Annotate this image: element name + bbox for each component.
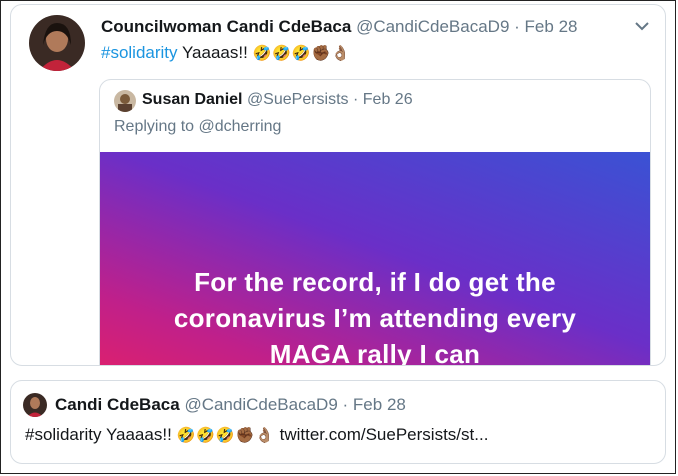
separator: · <box>342 395 349 414</box>
quoted-tweet[interactable]: Susan Daniel @SuePersists · Feb 26 Reply… <box>99 79 651 366</box>
author-avatar[interactable] <box>23 393 47 417</box>
author-name[interactable]: Councilwoman Candi CdeBaca <box>101 17 351 36</box>
separator: · <box>353 91 359 108</box>
tweet-card-compact[interactable]: Candi CdeBaca @CandiCdeBacaD9 · Feb 28 #… <box>10 380 666 464</box>
emoji-string: 🤣🤣🤣✊🏾👌🏽 <box>176 427 275 444</box>
image-text-line: MAGA rally I can <box>269 339 481 366</box>
tweet-text-body: #solidarity Yaaaas!! <box>25 425 177 444</box>
chevron-down-icon[interactable] <box>633 17 651 35</box>
quoted-author-name[interactable]: Susan Daniel <box>142 91 242 108</box>
quoted-author-avatar[interactable] <box>114 90 136 112</box>
separator: · <box>514 17 520 36</box>
tweet-date[interactable]: Feb 28 <box>353 395 406 414</box>
tweet-date[interactable]: Feb 28 <box>525 17 578 36</box>
quoted-header: Susan Daniel @SuePersists · Feb 26 <box>142 91 413 109</box>
quoted-image[interactable]: For the record, if I do get the coronavi… <box>100 152 650 366</box>
quoted-tweet-link[interactable]: twitter.com/SuePersists/st... <box>275 425 489 444</box>
author-avatar[interactable] <box>29 15 85 71</box>
author-handle[interactable]: @CandiCdeBacaD9 <box>356 17 509 36</box>
emoji-string: 🤣🤣🤣✊🏾👌🏽 <box>252 45 351 62</box>
tweet-header: Candi CdeBaca @CandiCdeBacaD9 · Feb 28 <box>55 395 406 415</box>
tweet-text: #solidarity Yaaaas!! 🤣🤣🤣✊🏾👌🏽 twitter.com… <box>25 425 488 445</box>
quoted-author-handle[interactable]: @SuePersists <box>247 91 349 108</box>
tweet-header: Councilwoman Candi CdeBaca @CandiCdeBaca… <box>101 17 577 37</box>
tweet-text-body: Yaaaas!! <box>177 43 253 62</box>
hashtag-link[interactable]: #solidarity <box>101 43 178 62</box>
image-text-line: coronavirus I’m attending every <box>173 303 577 333</box>
replying-to[interactable]: Replying to @dcherring <box>114 118 281 136</box>
author-name[interactable]: Candi CdeBaca <box>55 395 180 414</box>
quoted-image-text: For the record, if I do get the coronavi… <box>100 264 650 366</box>
author-handle[interactable]: @CandiCdeBacaD9 <box>184 395 337 414</box>
tweet-card[interactable]: Councilwoman Candi CdeBaca @CandiCdeBaca… <box>10 4 666 366</box>
tweet-text: #solidarity Yaaaas!! 🤣🤣🤣✊🏾👌🏽 <box>101 43 351 63</box>
quoted-date[interactable]: Feb 26 <box>363 91 413 108</box>
image-text-line: For the record, if I do get the <box>194 267 556 297</box>
